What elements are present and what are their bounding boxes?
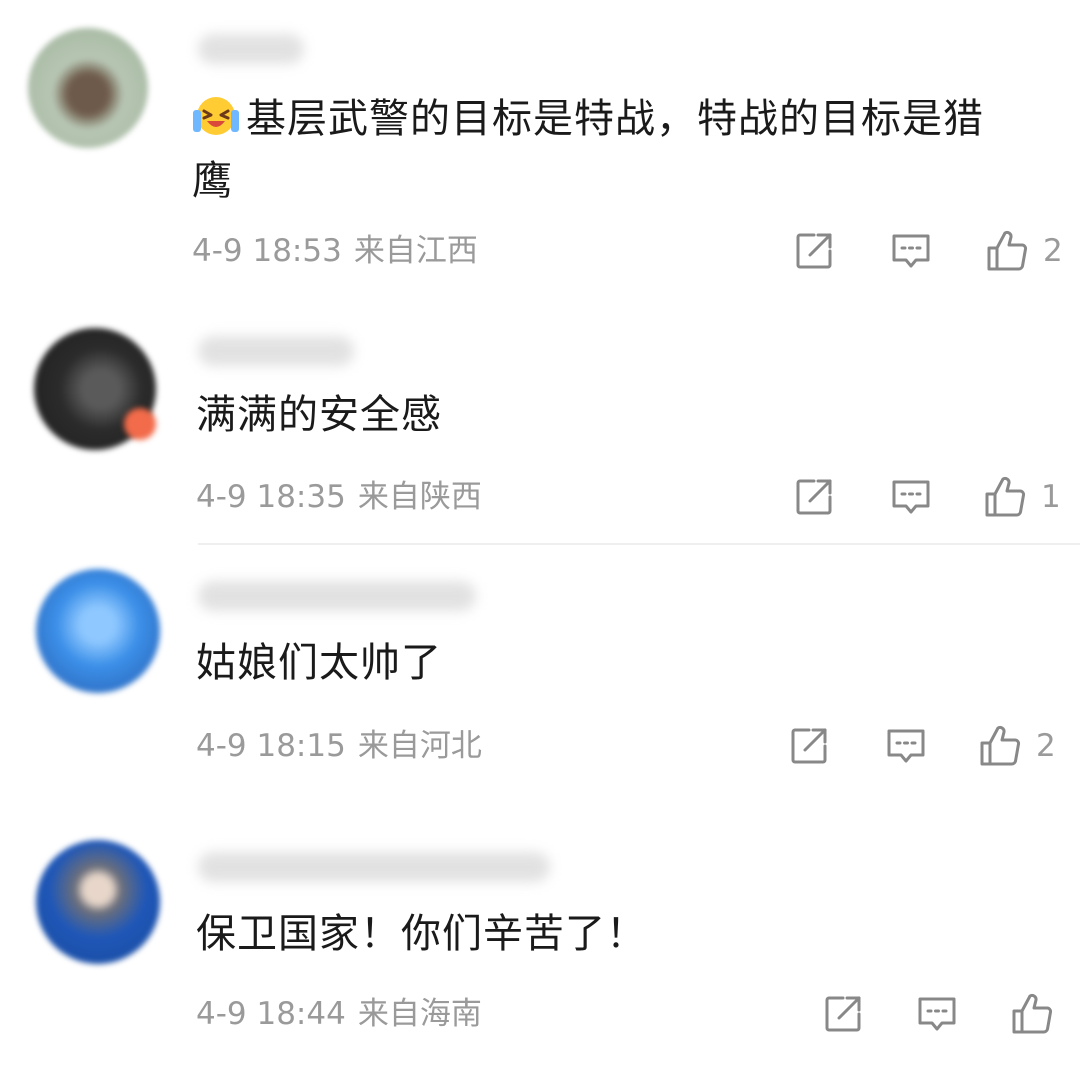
share-icon[interactable] [787, 724, 831, 768]
comment-meta: 4-9 18:15 来自河北 [196, 726, 482, 766]
comment-icon[interactable] [884, 724, 928, 768]
like-count: 2 [1043, 233, 1063, 269]
thumbs-up-icon [985, 476, 1025, 517]
like-button[interactable]: 2 [978, 724, 1056, 768]
comment-text: 满满的安全感 [196, 384, 442, 446]
like-count: 2 [1036, 728, 1056, 764]
comment-text: 保卫国家！你们辛苦了！ [196, 903, 647, 965]
comment-text-line: 满满的安全感 [196, 392, 442, 438]
like-button[interactable]: 2 [985, 229, 1063, 273]
verified-badge-icon [124, 408, 156, 440]
comment-time: 4-9 18:44 [196, 996, 346, 1032]
comment-location: 来自海南 [357, 996, 482, 1032]
share-icon[interactable] [792, 475, 836, 519]
comment-item: 姑娘们太帅了 4-9 18:15 来自河北 2 [0, 545, 1080, 810]
comment-location: 来自陕西 [357, 479, 482, 515]
comment-time: 4-9 18:53 [192, 233, 342, 269]
comment-text-line: 基层武警的目标是特战，特战的目标是猎 [246, 96, 984, 142]
username[interactable] [198, 852, 550, 882]
comment-item: 保卫国家！你们辛苦了！ 4-9 18:44 来自海南 [0, 810, 1080, 1088]
comment-meta: 4-9 18:35 来自陕西 [196, 477, 482, 517]
comment-icon[interactable] [889, 475, 933, 519]
comment-item: 满满的安全感 4-9 18:35 来自陕西 1 [0, 300, 1080, 545]
avatar[interactable] [36, 569, 160, 693]
share-icon[interactable] [821, 992, 865, 1036]
thumbs-up-icon [1012, 993, 1052, 1034]
avatar[interactable] [28, 28, 148, 148]
avatar[interactable] [36, 840, 160, 964]
username[interactable] [198, 336, 354, 366]
username[interactable] [198, 581, 476, 611]
comment-icon[interactable] [889, 229, 933, 273]
comment-text: 基层武警的目标是特战，特战的目标是猎 鹰 [192, 88, 984, 212]
comment-meta: 4-9 18:53 来自江西 [192, 231, 478, 271]
like-count: 1 [1041, 479, 1061, 515]
thumbs-up-icon [987, 230, 1027, 271]
comment-time: 4-9 18:15 [196, 728, 346, 764]
comment-time: 4-9 18:35 [196, 479, 346, 515]
comment-icon[interactable] [915, 992, 959, 1036]
username[interactable] [198, 34, 304, 64]
comment-item: 基层武警的目标是特战，特战的目标是猎 鹰 4-9 18:53 来自江西 2 [0, 0, 1080, 300]
comment-text-line: 姑娘们太帅了 [196, 640, 442, 686]
comment-text: 姑娘们太帅了 [196, 632, 442, 694]
comment-text-line: 鹰 [192, 158, 233, 204]
comment-text-line: 保卫国家！你们辛苦了！ [196, 911, 647, 957]
comment-location: 来自江西 [353, 233, 478, 269]
thumbs-up-icon [980, 725, 1020, 766]
share-icon[interactable] [792, 229, 836, 273]
laughing-crying-face-icon [192, 94, 240, 138]
like-button[interactable] [1010, 992, 1054, 1036]
comment-meta: 4-9 18:44 来自海南 [196, 994, 482, 1034]
comment-location: 来自河北 [357, 728, 482, 764]
like-button[interactable]: 1 [983, 475, 1061, 519]
